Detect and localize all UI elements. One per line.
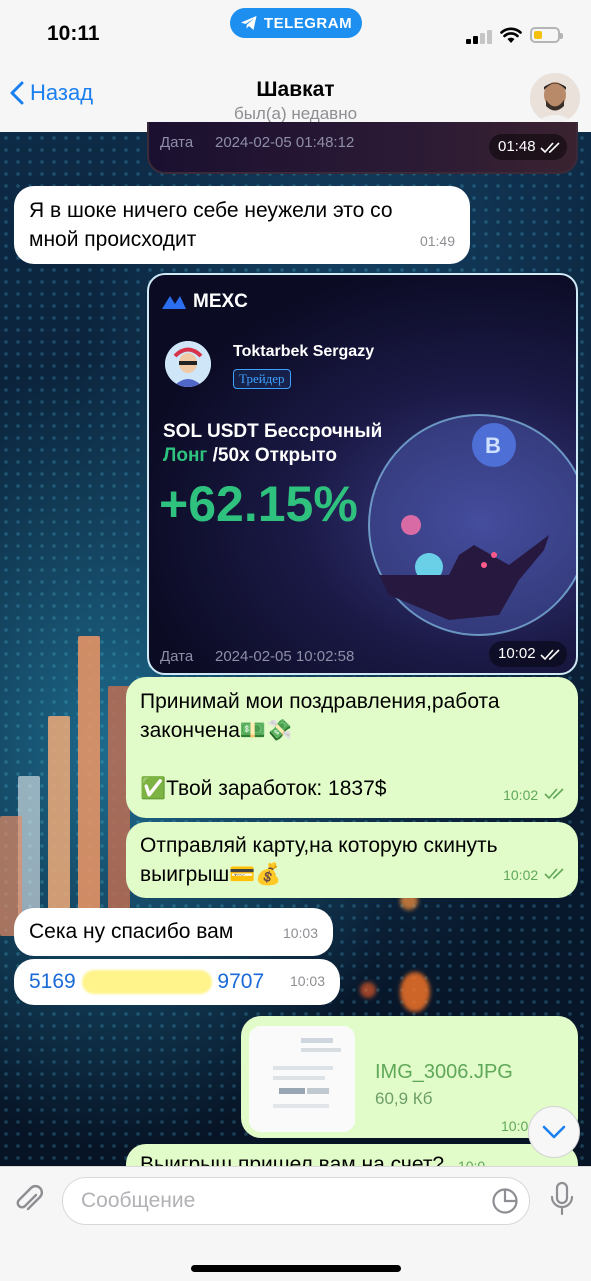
- file-message[interactable]: IMG_3006.JPG 60,9 Кб 10:0: [241, 1016, 578, 1138]
- double-check-icon: [544, 868, 564, 880]
- redaction-mark: [81, 970, 212, 995]
- card-date-value: 2024-02-05 10:02:58: [215, 648, 355, 665]
- message-text-line: закончена💵💸: [140, 719, 293, 742]
- mexc-brand: MEXC: [193, 291, 248, 312]
- photo-time-badge: 01:48: [489, 134, 567, 160]
- message-text: Сека ну спасибо вам: [29, 920, 234, 943]
- telegram-pill[interactable]: TELEGRAM: [230, 8, 362, 38]
- message-time: 10:03: [282, 925, 318, 941]
- chevron-down-icon: [542, 1125, 566, 1139]
- composer: Сообщение: [0, 1166, 591, 1281]
- card-date-value: 2024-02-05 01:48:12: [215, 134, 355, 151]
- outgoing-message[interactable]: Отправляй карту,на которую скинуть выигр…: [126, 822, 578, 898]
- message-text-line: Я в шоке ничего себе неужели это со: [29, 199, 393, 222]
- clock: 10:11: [47, 22, 100, 45]
- telegram-plane-icon: [240, 16, 257, 30]
- trade-leverage: /50x Открыто: [212, 445, 337, 466]
- scroll-to-bottom-button[interactable]: [528, 1106, 580, 1158]
- outgoing-message[interactable]: Принимай мои поздравления,работа законче…: [126, 677, 578, 818]
- attach-paperclip-icon[interactable]: [14, 1183, 44, 1217]
- card-date-label: Дата: [160, 648, 194, 665]
- previous-photo-card[interactable]: Дата 2024-02-05 01:48:12 01:48: [147, 122, 578, 174]
- message-meta: 10:02: [503, 779, 566, 810]
- document-thumbnail: [249, 1026, 355, 1132]
- photo-time: 10:02: [498, 645, 536, 662]
- card-date-label: Дата: [160, 134, 194, 151]
- svg-text:B: B: [485, 433, 501, 458]
- message-time: 10:02: [503, 787, 539, 803]
- file-size: 60,9 Кб: [375, 1089, 433, 1108]
- message-text: Выигрыш пришел вам на счет?: [140, 1153, 445, 1166]
- trade-direction-line: Лонг /50x Открыто: [163, 445, 337, 467]
- photo-time-badge: 10:02: [489, 641, 567, 667]
- message-time: 10:03: [289, 973, 325, 989]
- message-time: 10:0: [501, 1118, 529, 1134]
- message-text-line: выигрыш💳💰: [140, 863, 282, 886]
- contact-status: был(а) недавно: [233, 104, 358, 123]
- trader-name: Toktarbek Sergazy: [233, 343, 375, 360]
- microphone-icon[interactable]: [550, 1181, 574, 1217]
- home-indicator: [191, 1265, 401, 1272]
- telegram-pill-label: TELEGRAM: [263, 14, 353, 32]
- avatar-photo: [530, 73, 580, 123]
- trader-avatar: [165, 341, 211, 387]
- sticker-icon[interactable]: [491, 1187, 519, 1215]
- incoming-message[interactable]: Я в шоке ничего себе неужели это со мной…: [14, 186, 470, 264]
- battery-icon: [530, 27, 563, 43]
- message-time: 10:0: [457, 1158, 486, 1166]
- message-text-line: ✅Твой заработок: 1837$: [140, 777, 387, 800]
- file-name[interactable]: IMG_3006.JPG: [375, 1058, 513, 1087]
- incoming-message[interactable]: 5169 9707 10:03: [14, 959, 340, 1005]
- contact-avatar[interactable]: [530, 73, 580, 123]
- trade-pair: SOL USDT Бессрочный: [163, 421, 383, 442]
- card-number-end[interactable]: 9707: [217, 970, 264, 993]
- contact-name[interactable]: Шавкат: [0, 78, 591, 102]
- message-time: 10:02: [503, 867, 539, 883]
- message-meta: 10:02: [503, 859, 566, 890]
- cellular-signal-icon: [466, 28, 494, 44]
- double-check-icon: [544, 788, 564, 800]
- mexc-logo: MEXC: [161, 291, 248, 313]
- message-input-placeholder: Сообщение: [81, 1189, 196, 1212]
- photo-message-mexc[interactable]: B MEXC Toktarbek Sergazy Трейдер SOL USD…: [147, 273, 578, 675]
- mexc-logo-icon: [162, 296, 186, 309]
- trader-badge: Трейдер: [233, 369, 291, 389]
- incoming-message[interactable]: Сека ну спасибо вам 10:03: [14, 908, 333, 956]
- double-check-icon: [540, 142, 560, 154]
- double-check-icon: [540, 649, 560, 661]
- message-text-line: Принимай мои поздравления,работа: [140, 690, 500, 713]
- message-text-line: Отправляй карту,на которую скинуть: [140, 834, 498, 857]
- photo-time: 01:48: [498, 138, 536, 155]
- wifi-icon: [500, 27, 522, 43]
- status-bar: 10:11 TELEGRAM: [0, 0, 591, 62]
- message-time: 01:49: [419, 233, 455, 249]
- battery-level: [534, 31, 542, 39]
- trade-direction: Лонг: [163, 445, 208, 466]
- card-number-start[interactable]: 5169: [29, 970, 76, 993]
- outgoing-message[interactable]: Выигрыш пришел вам на счет? 10:0: [126, 1144, 578, 1166]
- pnl-percentage: +62.15%: [159, 476, 358, 532]
- file-thumbnail[interactable]: [249, 1026, 355, 1132]
- message-text-line: мной происходит: [29, 228, 197, 251]
- message-input[interactable]: Сообщение: [62, 1177, 530, 1225]
